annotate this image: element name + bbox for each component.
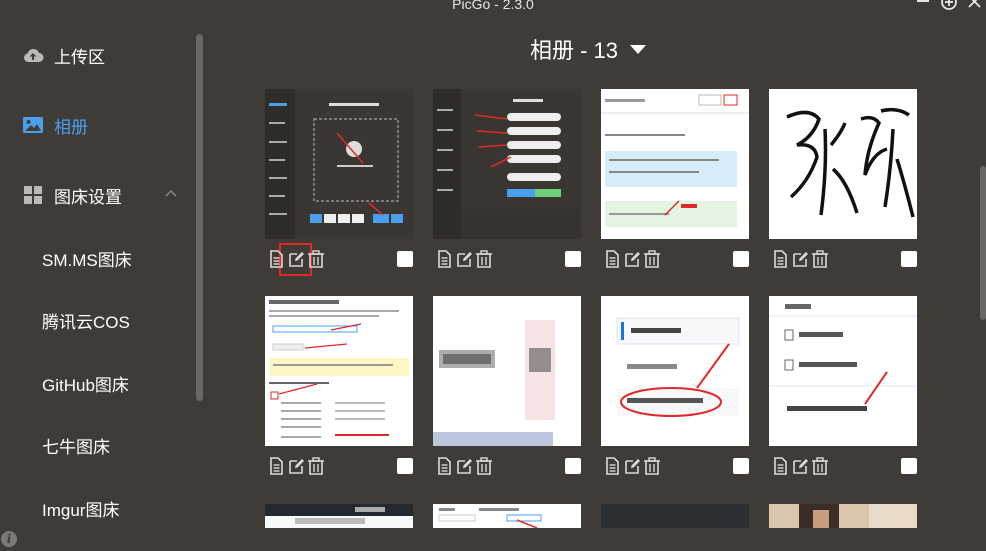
sidebar-item-tencent-cos[interactable]: 腾讯云COS xyxy=(42,311,130,335)
sidebar-item-upload[interactable]: 上传区 xyxy=(22,42,105,68)
edit-icon[interactable] xyxy=(455,250,473,268)
cloud-upload-icon xyxy=(22,44,44,66)
sidebar-item-smms[interactable]: SM.MS图床 xyxy=(42,249,132,273)
gallery-thumbnail[interactable] xyxy=(601,296,749,446)
copy-link-icon[interactable] xyxy=(771,457,789,475)
chevron-up-icon[interactable] xyxy=(164,186,178,200)
delete-icon[interactable] xyxy=(307,250,325,268)
sidebar-item-github[interactable]: GitHub图床 xyxy=(42,374,129,398)
caret-down-icon xyxy=(630,44,647,54)
select-checkbox[interactable] xyxy=(733,251,749,267)
gallery-thumbnail[interactable] xyxy=(433,504,581,528)
sidebar-item-imgur[interactable]: Imgur图床 xyxy=(42,499,119,523)
edit-icon[interactable] xyxy=(791,457,809,475)
gallery-thumbnail[interactable] xyxy=(265,504,413,528)
gallery-thumbnail[interactable] xyxy=(601,504,749,528)
gallery-thumbnail[interactable] xyxy=(265,296,413,446)
delete-icon[interactable] xyxy=(475,250,493,268)
delete-icon[interactable] xyxy=(475,457,493,475)
card-actions xyxy=(433,457,581,477)
copy-link-icon[interactable] xyxy=(267,250,285,268)
sidebar: 上传区 相册 图床设置 SM.MS图床 腾讯云COS GitHub图床 七牛图床… xyxy=(0,16,205,551)
sidebar-item-settings[interactable]: 图床设置 xyxy=(22,182,122,208)
title-bar: PicGo - 2.3.0 xyxy=(0,0,986,16)
gallery-scrollbar[interactable] xyxy=(980,166,986,320)
sidebar-item-label: 相册 xyxy=(54,117,88,137)
copy-link-icon[interactable] xyxy=(603,250,621,268)
copy-link-icon[interactable] xyxy=(771,250,789,268)
card-actions xyxy=(265,457,413,477)
card-actions xyxy=(265,243,413,276)
delete-icon[interactable] xyxy=(643,457,661,475)
select-checkbox[interactable] xyxy=(565,251,581,267)
card-actions xyxy=(601,457,749,477)
select-checkbox[interactable] xyxy=(733,458,749,474)
grid-icon xyxy=(22,184,44,206)
close-icon[interactable] xyxy=(966,0,984,14)
select-checkbox[interactable] xyxy=(397,251,413,267)
select-checkbox[interactable] xyxy=(901,458,917,474)
maximize-icon[interactable] xyxy=(940,0,958,14)
edit-icon[interactable] xyxy=(287,457,305,475)
app-title: PicGo - 2.3.0 xyxy=(452,0,534,12)
card-actions xyxy=(769,457,917,477)
card-actions xyxy=(601,250,749,270)
gallery-thumbnail[interactable] xyxy=(433,296,581,446)
edit-icon[interactable] xyxy=(455,457,473,475)
image-icon xyxy=(22,114,44,136)
delete-icon[interactable] xyxy=(811,457,829,475)
edit-icon[interactable] xyxy=(791,250,809,268)
sidebar-item-qiniu[interactable]: 七牛图床 xyxy=(42,436,110,460)
edit-icon[interactable] xyxy=(623,250,641,268)
gallery-thumbnail[interactable] xyxy=(433,89,581,239)
delete-icon[interactable] xyxy=(811,250,829,268)
sidebar-item-label: 上传区 xyxy=(54,47,105,67)
gallery-title-text: 相册 - 13 xyxy=(530,38,619,63)
select-checkbox[interactable] xyxy=(901,251,917,267)
select-checkbox[interactable] xyxy=(397,458,413,474)
copy-link-icon[interactable] xyxy=(435,457,453,475)
copy-link-icon[interactable] xyxy=(435,250,453,268)
sidebar-scrollbar[interactable] xyxy=(196,34,203,401)
sidebar-item-gallery[interactable]: 相册 xyxy=(22,112,88,138)
edit-icon[interactable] xyxy=(623,457,641,475)
copy-link-icon[interactable] xyxy=(267,457,285,475)
card-actions xyxy=(769,250,917,270)
info-icon[interactable]: i xyxy=(1,531,17,547)
edit-icon[interactable] xyxy=(287,250,305,268)
gallery-thumbnail[interactable] xyxy=(769,89,917,239)
sidebar-item-label: 图床设置 xyxy=(54,187,122,207)
select-checkbox[interactable] xyxy=(565,458,581,474)
delete-icon[interactable] xyxy=(643,250,661,268)
gallery-thumbnail[interactable] xyxy=(769,296,917,446)
card-actions xyxy=(433,250,581,270)
gallery-thumbnail[interactable] xyxy=(601,89,749,239)
gallery-title[interactable]: 相册 - 13 xyxy=(530,34,647,64)
copy-link-icon[interactable] xyxy=(603,457,621,475)
minimize-icon[interactable] xyxy=(914,0,932,14)
gallery-thumbnail[interactable] xyxy=(265,89,413,239)
gallery-thumbnail[interactable] xyxy=(769,504,917,528)
delete-icon[interactable] xyxy=(307,457,325,475)
